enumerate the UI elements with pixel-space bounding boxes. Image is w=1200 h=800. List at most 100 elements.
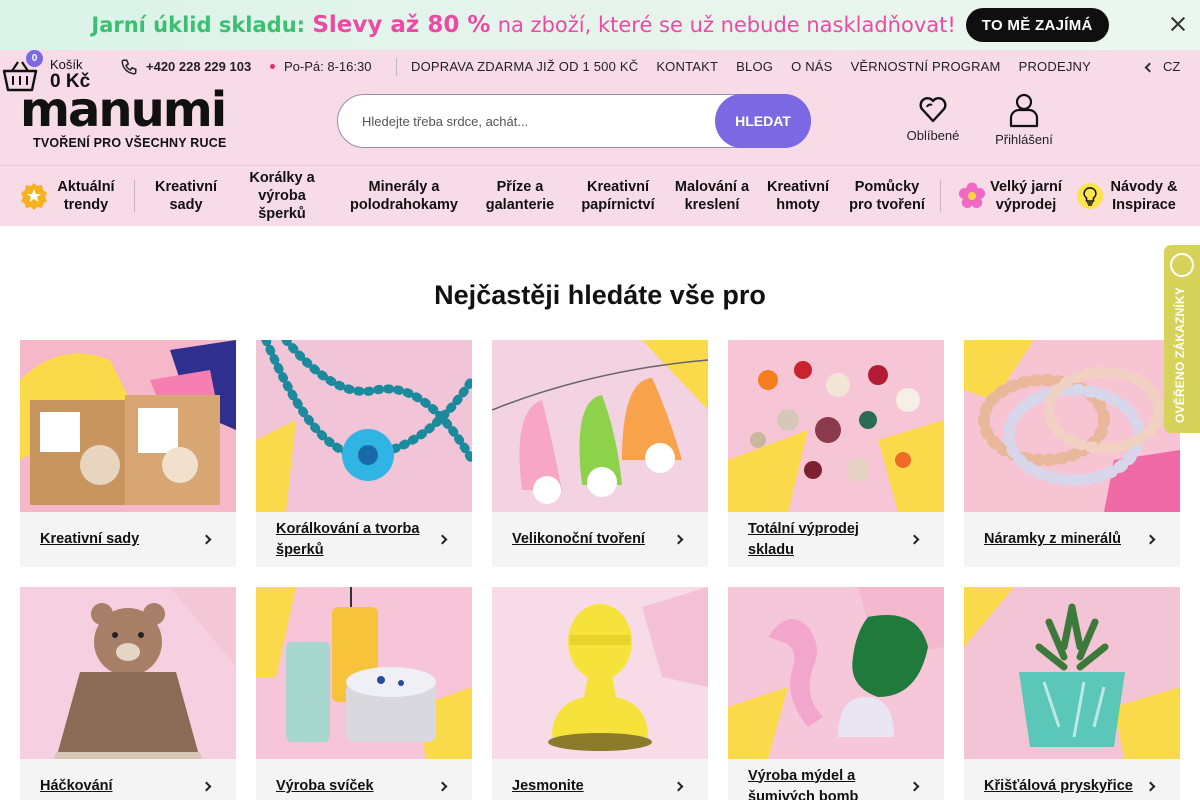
nav-item-clay[interactable]: Kreativní hmoty: [760, 166, 836, 226]
promo-text: Jarní úklid skladu: Slevy až 80 % na zbo…: [91, 12, 955, 38]
top-link-about[interactable]: O NÁS: [791, 59, 832, 74]
category-card[interactable]: Výroba mýdel a šumivých bomb: [728, 587, 944, 800]
card-label: Velikonoční tvoření: [512, 531, 645, 547]
category-card[interactable]: Křišťálová pryskyřice: [964, 587, 1180, 800]
card-footer: Křišťálová pryskyřice: [964, 759, 1180, 800]
language-switcher[interactable]: CZ: [1144, 59, 1181, 74]
phone-icon: [121, 59, 137, 75]
nav-item-tools[interactable]: Pomůcky pro tvoření: [846, 166, 928, 226]
logo-wordmark: manumi: [20, 82, 227, 138]
search-bar: HLEDAT: [337, 94, 811, 148]
top-link-contact[interactable]: KONTAKT: [656, 59, 718, 74]
category-card[interactable]: Korálkování a tvorba šperků: [256, 340, 472, 567]
opening-hours: Po-Pá: 8-16:30: [284, 59, 372, 74]
top-link-shipping[interactable]: DOPRAVA ZDARMA JIŽ OD 1 500 KČ: [411, 59, 638, 74]
logo-tagline: TVOŘENÍ PRO VŠECHNY RUCE: [33, 136, 227, 150]
card-footer: Korálkování a tvorba šperků: [256, 512, 472, 567]
site-logo[interactable]: manumi TVOŘENÍ PRO VŠECHNY RUCE: [20, 82, 227, 150]
language-code: CZ: [1163, 59, 1181, 74]
nav-item-sale[interactable]: Velký jarní výprodej: [988, 166, 1064, 226]
card-label: Výroba svíček: [276, 778, 374, 794]
card-label: Jesmonite: [512, 778, 584, 794]
chevron-right-icon: [1145, 534, 1156, 545]
cart-total: 0 Kč: [50, 71, 91, 92]
nav-item-kits[interactable]: Kreativní sady: [146, 166, 226, 226]
verified-badge-text: OVĚŘENO ZÁKAZNÍKY: [1173, 286, 1187, 423]
top-link-loyalty[interactable]: VĚRNOSTNÍ PROGRAM: [851, 59, 1001, 74]
section-title: Nejčastěji hledáte vše pro: [434, 280, 766, 310]
user-icon: [1009, 93, 1039, 128]
nav-item-guides[interactable]: Návody & Inspirace: [1104, 166, 1184, 226]
category-card[interactable]: Výroba svíček: [256, 587, 472, 800]
category-card[interactable]: Kreativní sady: [20, 340, 236, 567]
card-image: [964, 340, 1180, 512]
top-links: DOPRAVA ZDARMA JIŽ OD 1 500 KČ KONTAKT B…: [411, 59, 1091, 74]
top-bar: +420 228 229 103 Po-Pá: 8-16:30 DOPRAVA …: [0, 50, 1200, 84]
card-label: Háčkování: [40, 778, 113, 794]
category-card[interactable]: Totální výprodej skladu: [728, 340, 944, 567]
nav-divider: [940, 180, 941, 212]
lightbulb-icon: [1077, 183, 1103, 209]
login-link[interactable]: Přihlášení: [990, 92, 1058, 147]
chevron-right-icon: [437, 534, 448, 545]
card-footer: Totální výprodej skladu: [728, 512, 944, 567]
phone-number[interactable]: +420 228 229 103: [146, 59, 251, 74]
card-image: [728, 340, 944, 512]
promo-accent: Slevy až 80 %: [312, 12, 491, 38]
heart-icon: [919, 97, 947, 123]
category-card[interactable]: Náramky z minerálů: [964, 340, 1180, 567]
card-label: Korálkování a tvorba šperků: [276, 520, 420, 558]
card-footer: Kreativní sady: [20, 512, 236, 567]
promo-banner: Jarní úklid skladu: Slevy až 80 % na zbo…: [0, 0, 1200, 50]
close-icon[interactable]: [1168, 14, 1188, 34]
chevron-right-icon: [673, 781, 684, 792]
category-nav: Aktuální trendy Kreativní sady Korálky a…: [0, 165, 1200, 226]
cart-label: Košík: [50, 57, 83, 72]
chevron-right-icon: [201, 534, 212, 545]
promo-cta-button[interactable]: TO MĚ ZAJÍMÁ: [965, 8, 1109, 42]
top-link-stores[interactable]: PRODEJNY: [1019, 59, 1091, 74]
search-input[interactable]: [362, 95, 702, 147]
status-dot: [270, 64, 275, 69]
card-footer: Výroba mýdel a šumivých bomb: [728, 759, 944, 800]
card-footer: Náramky z minerálů: [964, 512, 1180, 567]
verified-badge[interactable]: OVĚŘENO ZÁKAZNÍKY: [1164, 245, 1200, 433]
divider: [396, 58, 397, 76]
card-image: [728, 587, 944, 759]
favorites-link[interactable]: Oblíbené: [902, 94, 964, 143]
chevron-right-icon: [909, 534, 920, 545]
card-image: [492, 587, 708, 759]
card-footer: Výroba svíček: [256, 759, 472, 800]
nav-item-yarn[interactable]: Příze a galanterie: [478, 166, 562, 226]
category-card[interactable]: Háčkování: [20, 587, 236, 800]
card-label: Náramky z minerálů: [984, 531, 1122, 547]
category-card[interactable]: Jesmonite: [492, 587, 708, 800]
flower-icon: [958, 182, 986, 208]
favorites-label: Oblíbené: [906, 128, 960, 143]
nav-item-trends[interactable]: Aktuální trendy: [50, 166, 122, 226]
chevron-right-icon: [673, 534, 684, 545]
nav-item-stationery[interactable]: Kreativní papírnictví: [574, 166, 662, 226]
top-link-blog[interactable]: BLOG: [736, 59, 773, 74]
card-image: [20, 340, 236, 512]
card-label: Kreativní sady: [40, 531, 140, 547]
search-button[interactable]: HLEDAT: [715, 94, 811, 148]
promo-lead: Jarní úklid skladu:: [91, 13, 306, 37]
card-image: [20, 587, 236, 759]
nav-item-minerals[interactable]: Minerály a polodrahokamy: [340, 166, 468, 226]
card-label: Křišťálová pryskyřice: [984, 778, 1133, 794]
nav-item-beads[interactable]: Korálky a výroba šperků: [238, 166, 326, 226]
login-label: Přihlášení: [995, 132, 1053, 147]
card-footer: Jesmonite: [492, 759, 708, 800]
card-image: [256, 340, 472, 512]
card-footer: Velikonoční tvoření: [492, 512, 708, 567]
card-image: [492, 340, 708, 512]
nav-item-painting[interactable]: Malování a kreslení: [674, 166, 750, 226]
card-footer: Háčkování: [20, 759, 236, 800]
card-image: [256, 587, 472, 759]
category-card[interactable]: Velikonoční tvoření: [492, 340, 708, 567]
nav-divider: [134, 180, 135, 212]
site-header: +420 228 229 103 Po-Pá: 8-16:30 DOPRAVA …: [0, 50, 1200, 226]
cart-count-badge: 0: [26, 50, 43, 67]
seal-icon: [1170, 253, 1194, 277]
